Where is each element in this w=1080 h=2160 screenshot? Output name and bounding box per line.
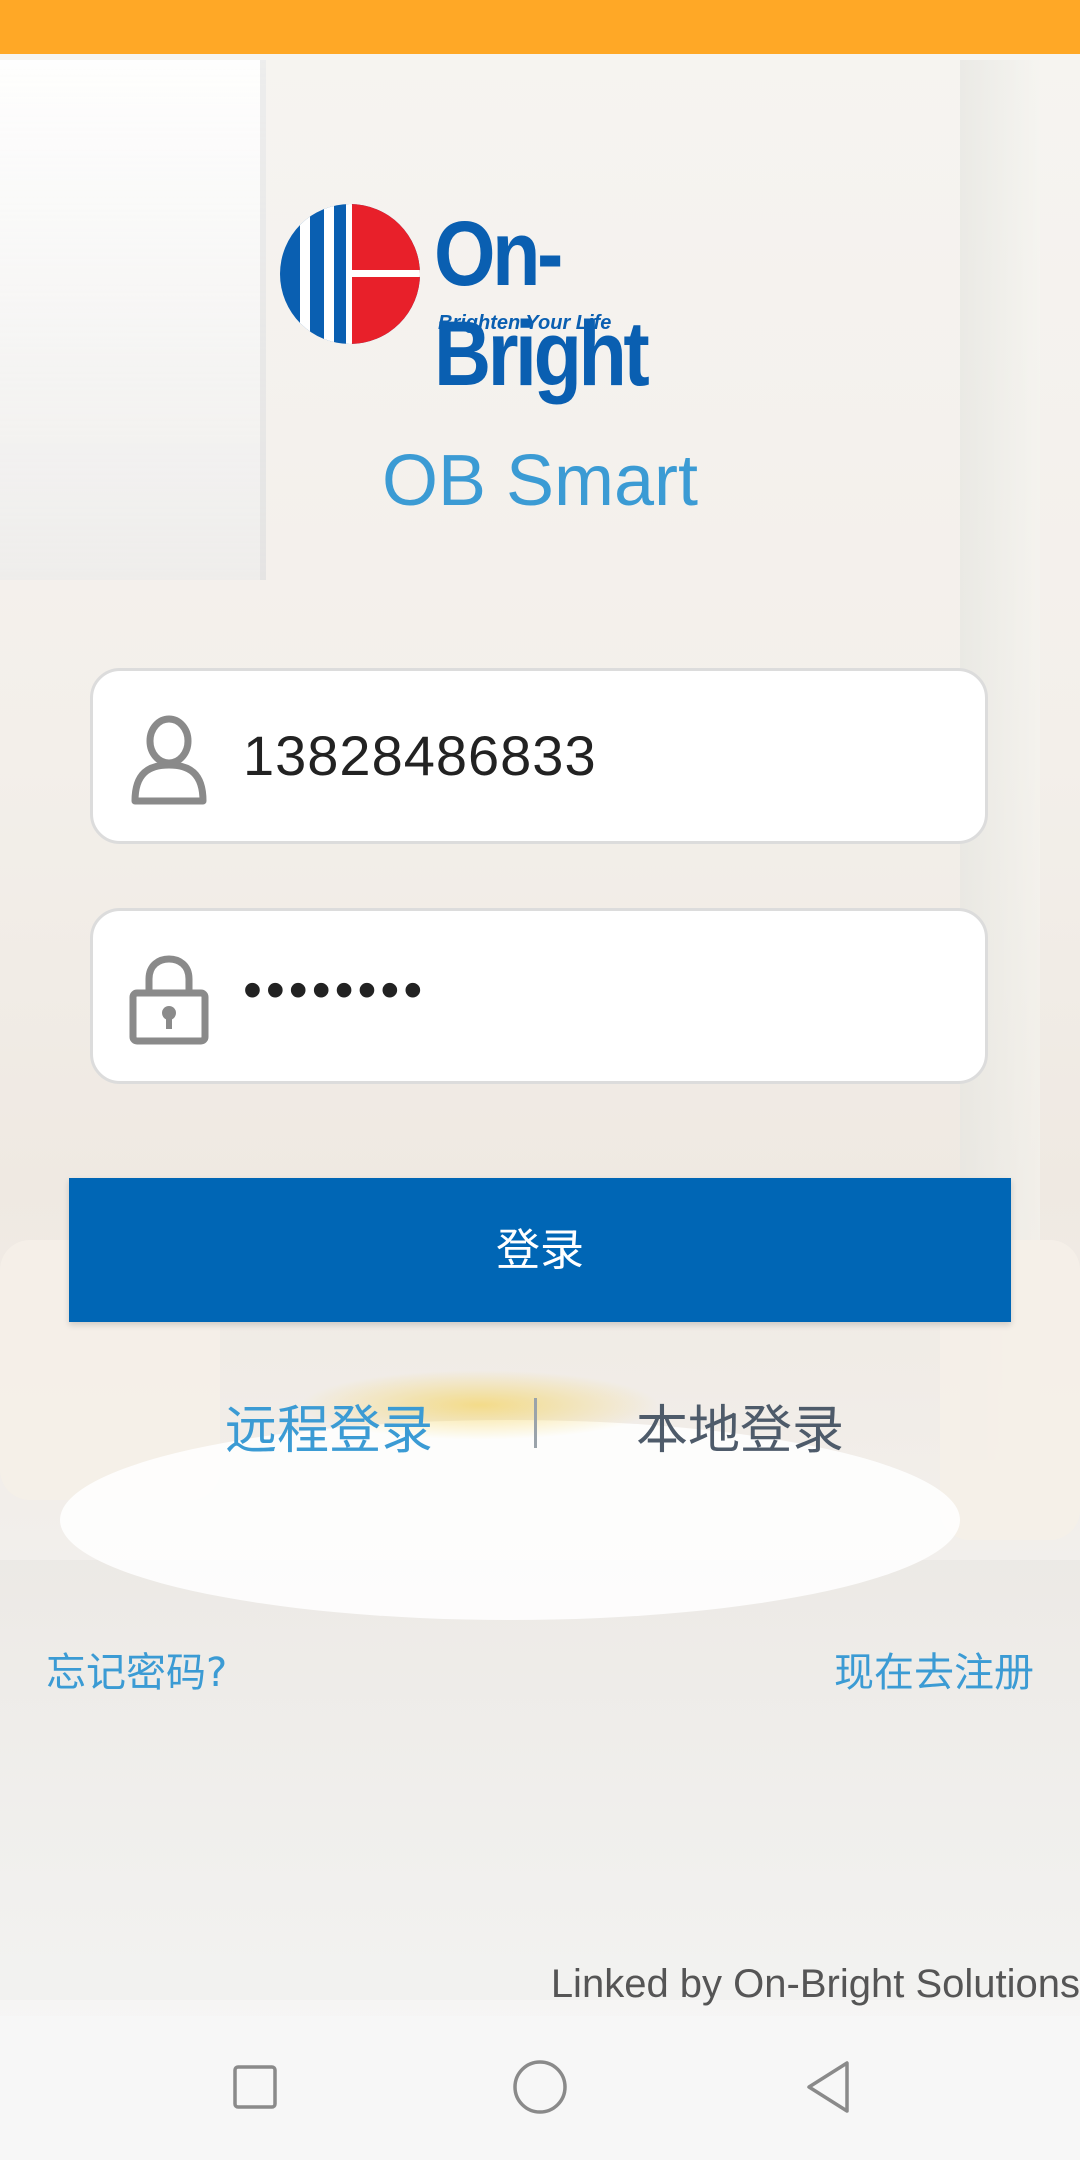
brand-logo: On-Bright Brighten Your Life [280,200,800,404]
local-login-tab[interactable]: 本地登录 [636,1388,844,1463]
brand-name: On-Bright [434,203,650,405]
login-screen: On-Bright Brighten Your Life OB Smart 13… [0,0,1080,2160]
username-field[interactable]: 13828486833 [90,668,988,844]
password-input[interactable]: •••••••• [243,905,426,1075]
circle-icon[interactable] [505,2052,575,2122]
app-title: OB Smart [381,441,699,521]
footer-credit: Linked by On-Bright Solutions [550,1962,1080,2006]
remote-login-tab[interactable]: 远程登录 [225,1388,433,1463]
forgot-password-link[interactable]: 忘记密码? [46,1640,227,1698]
status-bar [0,0,1080,54]
user-icon [131,715,207,805]
logo-mark-icon [280,204,420,344]
mode-divider [534,1398,537,1448]
system-nav-bar [0,2016,1080,2160]
square-icon[interactable] [220,2052,290,2122]
lock-icon [129,955,209,1045]
brand-tagline: Brighten Your Life [438,312,612,334]
login-button[interactable]: 登录 [69,1178,1011,1322]
username-input[interactable]: 13828486833 [243,671,597,841]
triangle-back-icon[interactable] [795,2052,865,2122]
password-field[interactable]: •••••••• [90,908,988,1084]
register-link[interactable]: 现在去注册 [834,1640,1034,1698]
